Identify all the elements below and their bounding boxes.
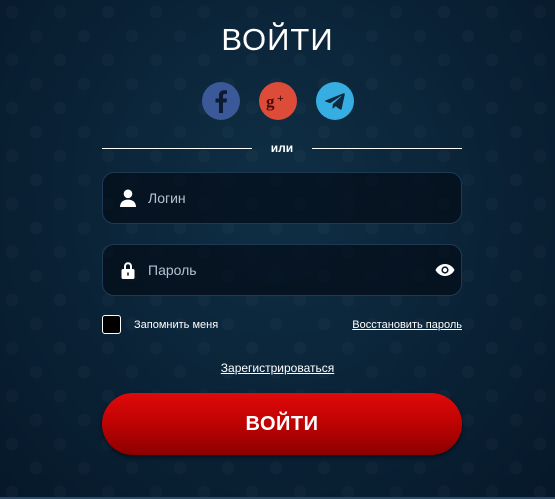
login-field [102,172,462,224]
google-plus-icon: g + [266,91,284,111]
lock-icon [119,261,137,279]
social-login-group: g + [0,82,555,120]
password-input[interactable] [148,245,429,295]
remember-me-checkbox[interactable]: Запомнить меня [102,315,218,334]
page-title: ВОЙТИ [221,22,334,57]
login-submit-button[interactable]: ВОЙТИ [102,393,462,455]
svg-text:+: + [277,91,284,105]
telegram-icon [324,93,345,110]
facebook-icon [215,90,227,113]
facebook-login-button[interactable] [201,82,240,120]
svg-text:g: g [266,92,275,111]
google-plus-login-button[interactable]: g + [258,82,297,120]
user-icon [119,189,137,207]
remember-me-label: Запомнить меня [134,318,219,331]
divider-line-right [312,148,462,149]
password-field [102,244,462,296]
eye-icon[interactable] [435,263,455,277]
or-divider: или [102,141,462,157]
login-input[interactable] [148,173,461,223]
remember-checkbox-box[interactable] [102,315,121,334]
register-link[interactable]: Зарегистрироваться [221,361,334,375]
register-row: Зарегистрироваться [0,361,555,375]
restore-password-link[interactable]: Восстановить пароль [352,319,462,331]
telegram-login-button[interactable] [315,82,354,120]
